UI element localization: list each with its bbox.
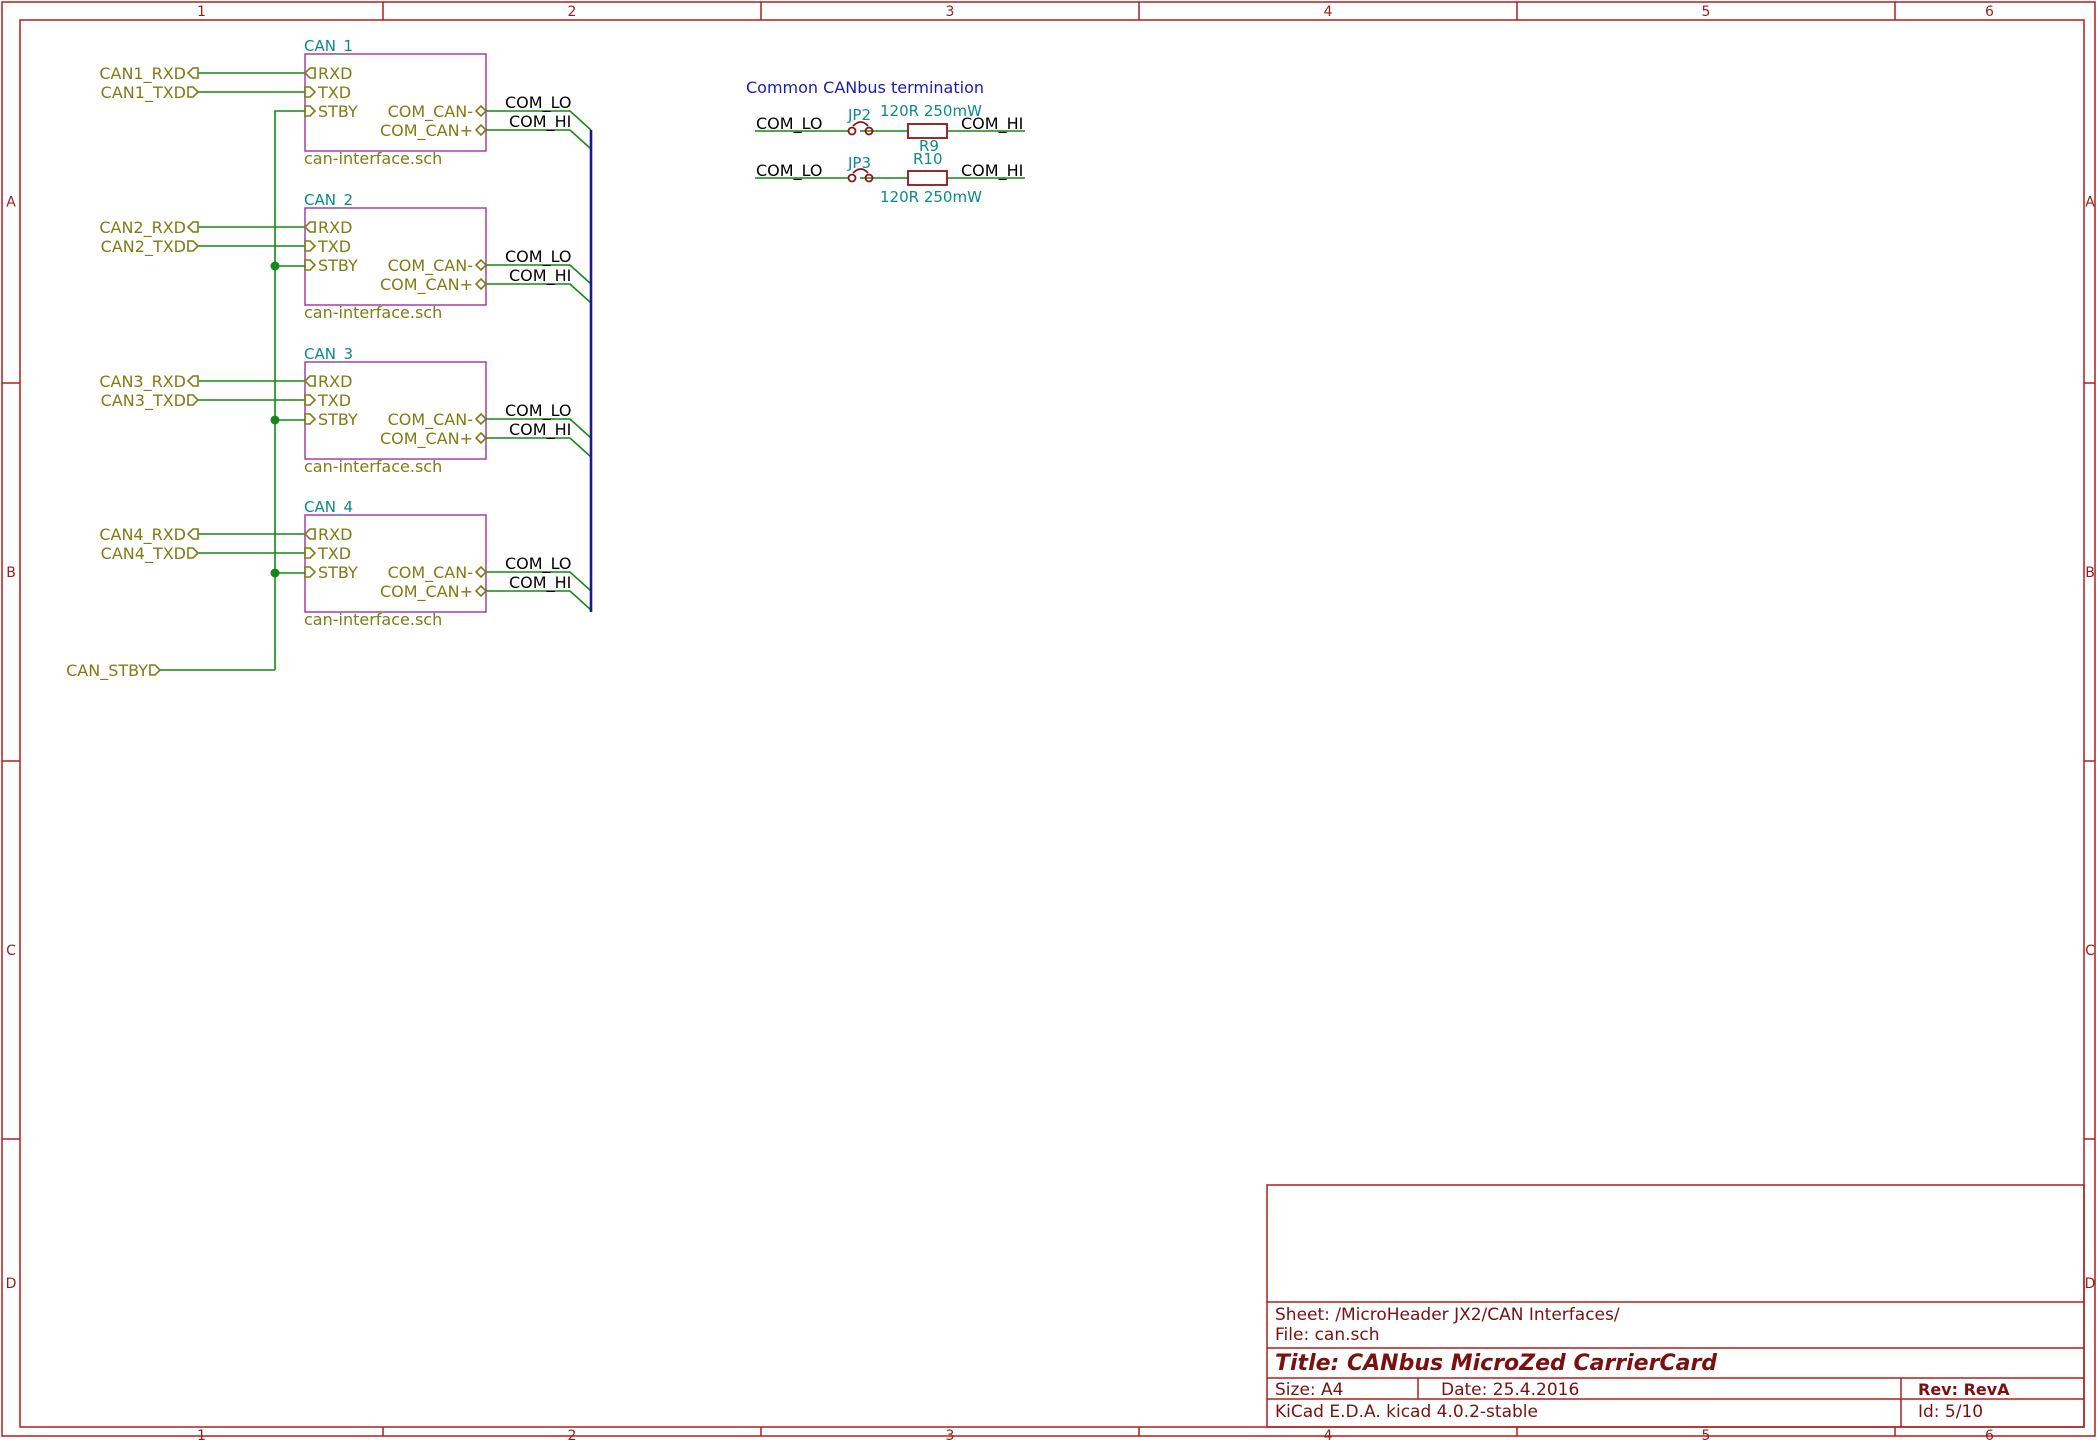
term-row2-left-net: COM_LO bbox=[756, 161, 823, 181]
tb-rev: Rev: RevA bbox=[1918, 1380, 2010, 1399]
global-label-text: CAN4_TXD bbox=[101, 544, 186, 564]
net-label-com-hi: COM_HI bbox=[509, 266, 571, 286]
pin-com-can-plus-label: COM_CAN+ bbox=[380, 582, 473, 602]
term-row1-left-net: COM_LO bbox=[756, 114, 823, 134]
global-label: CAN4_TXD bbox=[101, 544, 200, 564]
pin-rxd-label: RXD bbox=[318, 372, 352, 391]
sheet-file: can-interface.sch bbox=[304, 149, 442, 168]
frame-column-label: 2 bbox=[568, 1428, 577, 1440]
global-label-text: CAN1_TXD bbox=[101, 83, 186, 103]
global-label: CAN1_RXD bbox=[99, 64, 199, 84]
tb-file: File: can.sch bbox=[1275, 1325, 1380, 1345]
pin-com-can-plus-label: COM_CAN+ bbox=[380, 275, 473, 295]
pin-com-can-minus-label: COM_CAN- bbox=[388, 256, 473, 276]
pin-rxd-label: RXD bbox=[318, 218, 352, 237]
global-label-text: CAN3_TXD bbox=[101, 391, 186, 411]
global-label: CAN3_TXD bbox=[101, 391, 200, 411]
pin-stby-label: STBY bbox=[318, 102, 358, 121]
sheet-name: CAN_1 bbox=[304, 37, 353, 56]
sheet-background bbox=[0, 0, 2098, 1440]
jumper-ref-jp2: JP2 bbox=[847, 106, 871, 124]
pin-com-can-plus-label: COM_CAN+ bbox=[380, 429, 473, 449]
termination-note: Common CANbus termination bbox=[746, 78, 984, 97]
frame-row-label: D bbox=[6, 1276, 17, 1292]
term-row2-right-net: COM_HI bbox=[961, 161, 1023, 181]
sheet-file: can-interface.sch bbox=[304, 457, 442, 476]
pin-txd-label: TXD bbox=[317, 237, 351, 256]
sheet-name: CAN_2 bbox=[304, 191, 353, 210]
global-label: CAN_STBY bbox=[66, 661, 162, 681]
global-label: CAN4_RXD bbox=[99, 525, 199, 545]
global-label: CAN1_TXD bbox=[101, 83, 200, 103]
tb-title: Title: CANbus MicroZed CarrierCard bbox=[1275, 1351, 1717, 1376]
pin-txd-label: TXD bbox=[317, 83, 351, 102]
global-label-text: CAN_STBY bbox=[66, 661, 148, 681]
frame-column-label: 2 bbox=[568, 4, 577, 20]
resistor-value: 120R 250mW bbox=[880, 188, 982, 206]
pin-rxd-label: RXD bbox=[318, 525, 352, 544]
schematic-sheet: 1 1 2 2 3 3 4 4 5 5 6 6 A A B B C C D D CAN1_RXDCAN1_TXD CAN… bbox=[0, 0, 2098, 1440]
pin-stby-label: STBY bbox=[318, 563, 358, 582]
frame-row-label: A bbox=[2085, 195, 2095, 211]
global-label-text: CAN1_RXD bbox=[99, 64, 186, 84]
frame-row-label: C bbox=[6, 943, 16, 959]
tb-size: Size: A4 bbox=[1275, 1380, 1343, 1400]
frame-column-label: 5 bbox=[1702, 4, 1711, 20]
net-label-com-lo: COM_LO bbox=[505, 554, 572, 574]
frame-column-label: 6 bbox=[1985, 4, 1994, 20]
frame-column-label: 4 bbox=[1324, 1428, 1333, 1440]
net-label-com-hi: COM_HI bbox=[509, 573, 571, 593]
tb-sheet-path: Sheet: /MicroHeader JX2/CAN Interfaces/ bbox=[1275, 1305, 1620, 1325]
pin-txd-label: TXD bbox=[317, 391, 351, 410]
global-label-text: CAN2_RXD bbox=[99, 218, 186, 238]
frame-column-label: 3 bbox=[946, 1428, 955, 1440]
frame-column-label: 1 bbox=[197, 1428, 206, 1440]
junction-dot bbox=[270, 261, 280, 271]
net-label-com-lo: COM_LO bbox=[505, 401, 572, 421]
global-label-text: CAN2_TXD bbox=[101, 237, 186, 257]
frame-column-label: 4 bbox=[1324, 4, 1333, 20]
pin-txd-label: TXD bbox=[317, 544, 351, 563]
pin-stby-label: STBY bbox=[318, 410, 358, 429]
frame-column-label: 3 bbox=[946, 4, 955, 20]
resistor-ref-r10: R10 bbox=[913, 150, 943, 168]
global-label-text: CAN4_RXD bbox=[99, 525, 186, 545]
sheet-name: CAN_3 bbox=[304, 345, 353, 364]
global-label: CAN3_RXD bbox=[99, 372, 199, 392]
global-label: CAN2_RXD bbox=[99, 218, 199, 238]
junction-dot bbox=[270, 415, 280, 425]
net-label-com-hi: COM_HI bbox=[509, 112, 571, 132]
net-label-com-lo: COM_LO bbox=[505, 93, 572, 113]
tb-id: Id: 5/10 bbox=[1918, 1402, 1983, 1422]
tb-tool: KiCad E.D.A. kicad 4.0.2-stable bbox=[1275, 1402, 1538, 1422]
frame-column-label: 5 bbox=[1702, 1428, 1711, 1440]
frame-column-label: 6 bbox=[1985, 1428, 1994, 1440]
sheet-file: can-interface.sch bbox=[304, 610, 442, 629]
net-label-com-hi: COM_HI bbox=[509, 420, 571, 440]
sheet-file: can-interface.sch bbox=[304, 303, 442, 322]
net-label-com-lo: COM_LO bbox=[505, 247, 572, 267]
sheet-name: CAN_4 bbox=[304, 498, 353, 517]
frame-column-label: 1 bbox=[197, 4, 206, 20]
pin-com-can-minus-label: COM_CAN- bbox=[388, 410, 473, 430]
pin-rxd-label: RXD bbox=[318, 64, 352, 83]
pin-com-can-minus-label: COM_CAN- bbox=[388, 102, 473, 122]
global-label-text: CAN3_RXD bbox=[99, 372, 186, 392]
pin-stby-label: STBY bbox=[318, 256, 358, 275]
pin-com-can-plus-label: COM_CAN+ bbox=[380, 121, 473, 141]
global-label: CAN2_TXD bbox=[101, 237, 200, 257]
frame-row-label: C bbox=[2085, 943, 2095, 959]
tb-date: Date: 25.4.2016 bbox=[1441, 1380, 1579, 1400]
frame-row-label: B bbox=[6, 565, 16, 581]
jumper-ref-jp3: JP3 bbox=[847, 154, 871, 172]
frame-row-label: A bbox=[6, 195, 16, 211]
junction-dot bbox=[270, 568, 280, 578]
frame-row-label: D bbox=[2085, 1276, 2096, 1292]
resistor-value: 120R 250mW bbox=[880, 102, 982, 120]
frame-row-label: B bbox=[2085, 565, 2095, 581]
pin-com-can-minus-label: COM_CAN- bbox=[388, 563, 473, 583]
